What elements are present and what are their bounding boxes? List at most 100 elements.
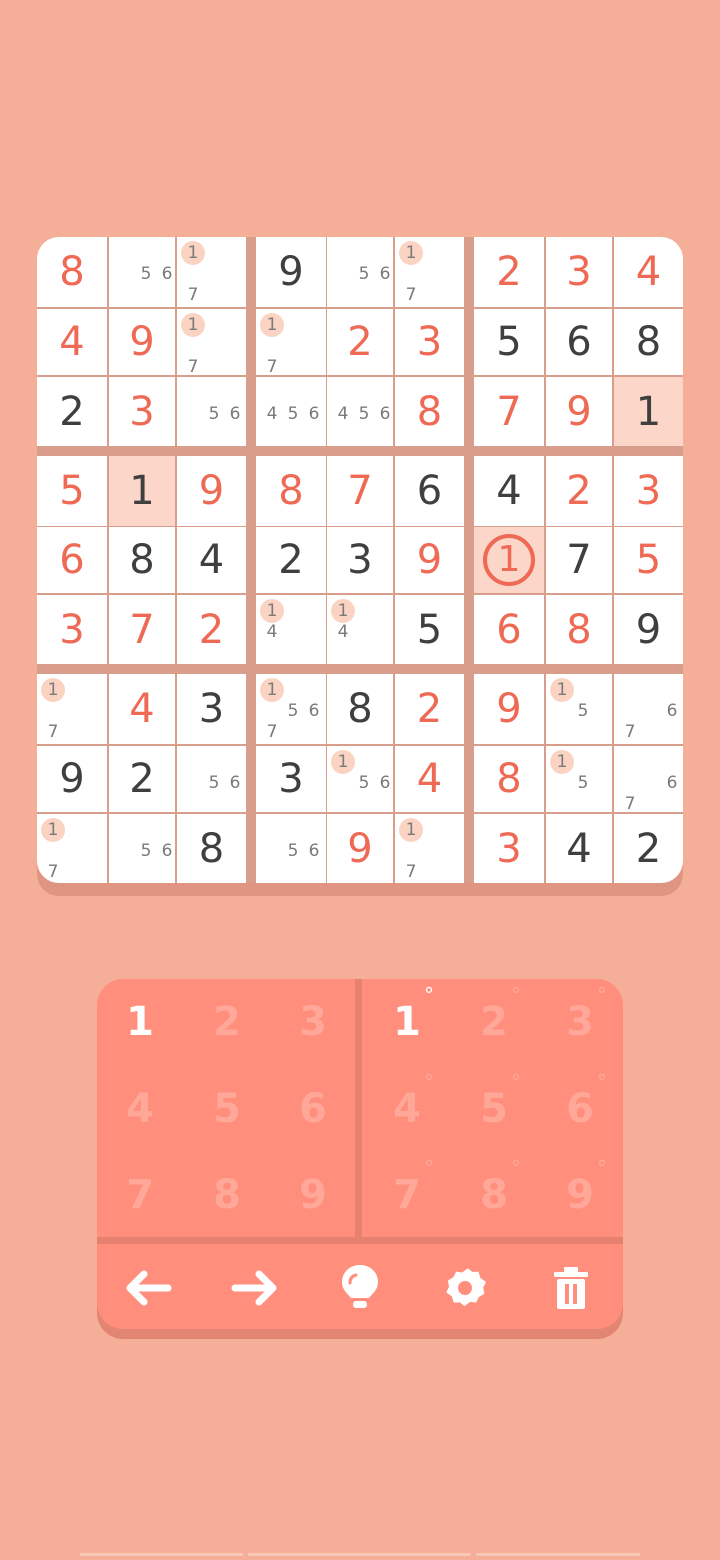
note-key-8[interactable]: 8 ° xyxy=(451,1152,537,1238)
cell-r4c2[interactable]: 1 xyxy=(109,456,175,526)
value-key-1[interactable]: 1 xyxy=(97,979,183,1065)
cell-r3c7[interactable]: 7 xyxy=(474,377,544,446)
cell-r8c2[interactable]: 2 xyxy=(109,746,175,812)
note-key-7[interactable]: 7 ° xyxy=(364,1152,450,1238)
cell-r1c2[interactable]: 56 xyxy=(109,237,175,307)
cell-r1c1[interactable]: 8 xyxy=(37,237,107,307)
value-key-4[interactable]: 4 xyxy=(97,1066,183,1152)
cell-r1c9[interactable]: 4 xyxy=(614,237,683,307)
cell-r4c3[interactable]: 9 xyxy=(177,456,246,526)
cell-r3c3[interactable]: 56 xyxy=(177,377,246,446)
cell-r7c2[interactable]: 4 xyxy=(109,674,175,744)
cell-r6c5[interactable]: 14 xyxy=(327,595,393,664)
cell-r3c9[interactable]: 1 xyxy=(614,377,683,446)
cell-r3c2[interactable]: 3 xyxy=(109,377,175,446)
value-key-8[interactable]: 8 xyxy=(184,1152,270,1238)
cell-r4c8[interactable]: 2 xyxy=(546,456,612,526)
cell-r9c9[interactable]: 2 xyxy=(614,814,683,883)
cell-r3c4[interactable]: 456 xyxy=(256,377,326,446)
cell-r4c4[interactable]: 8 xyxy=(256,456,326,526)
note-key-4[interactable]: 4 ° xyxy=(364,1066,450,1152)
cell-r2c1[interactable]: 4 xyxy=(37,309,107,375)
cell-r2c4[interactable]: 17 xyxy=(256,309,326,377)
note-key-2[interactable]: 2 ° xyxy=(451,979,537,1065)
cell-r3c8[interactable]: 9 xyxy=(546,377,612,446)
cell-r5c4[interactable]: 2 xyxy=(256,527,326,593)
hint-button[interactable] xyxy=(330,1258,390,1318)
cell-r5c8[interactable]: 7 xyxy=(546,527,612,593)
cell-r8c6[interactable]: 4 xyxy=(395,746,464,812)
cell-r3c6[interactable]: 8 xyxy=(395,377,464,446)
value-key-6[interactable]: 6 xyxy=(270,1066,356,1152)
cell-r6c4[interactable]: 14 xyxy=(256,595,326,664)
value-key-5[interactable]: 5 xyxy=(184,1066,270,1152)
cell-r9c1[interactable]: 17 xyxy=(37,814,107,883)
cell-r3c1[interactable]: 2 xyxy=(37,377,107,446)
cell-r7c1[interactable]: 17 xyxy=(37,674,107,744)
note-key-6[interactable]: 6 ° xyxy=(537,1066,623,1152)
value-key-3[interactable]: 3 xyxy=(270,979,356,1065)
cell-r1c4[interactable]: 9 xyxy=(256,237,326,307)
cell-r9c2[interactable]: 56 xyxy=(109,814,175,883)
cell-r6c6[interactable]: 5 xyxy=(395,595,464,664)
cell-r8c1[interactable]: 9 xyxy=(37,746,107,812)
note-key-3[interactable]: 3 ° xyxy=(537,979,623,1065)
value-key-2[interactable]: 2 xyxy=(184,979,270,1065)
value-key-9[interactable]: 9 xyxy=(270,1152,356,1238)
cell-r2c2[interactable]: 9 xyxy=(109,309,175,375)
cell-r8c9[interactable]: 67 xyxy=(614,746,683,814)
cell-r1c8[interactable]: 3 xyxy=(546,237,612,307)
cell-r5c5[interactable]: 3 xyxy=(327,527,393,593)
cell-r7c9[interactable]: 67 xyxy=(614,674,683,744)
cell-r6c8[interactable]: 8 xyxy=(546,595,612,664)
cell-r2c6[interactable]: 3 xyxy=(395,309,464,375)
undo-button[interactable] xyxy=(119,1258,179,1318)
note-key-1[interactable]: 1 ° xyxy=(364,979,450,1065)
cell-r7c5[interactable]: 8 xyxy=(327,674,393,744)
cell-r1c7[interactable]: 2 xyxy=(474,237,544,307)
cell-r9c7[interactable]: 3 xyxy=(474,814,544,883)
cell-r9c5[interactable]: 9 xyxy=(327,814,393,883)
settings-button[interactable] xyxy=(435,1258,495,1318)
cell-r2c8[interactable]: 6 xyxy=(546,309,612,375)
cell-r5c1[interactable]: 6 xyxy=(37,527,107,593)
cell-r2c7[interactable]: 5 xyxy=(474,309,544,375)
cell-r1c3[interactable]: 17 xyxy=(177,237,246,307)
cell-r7c6[interactable]: 2 xyxy=(395,674,464,744)
cell-r8c8[interactable]: 15 xyxy=(546,746,612,812)
cell-r2c9[interactable]: 8 xyxy=(614,309,683,375)
cell-r7c4[interactable]: 1567 xyxy=(256,674,326,744)
cell-r5c6[interactable]: 9 xyxy=(395,527,464,593)
cell-r5c3[interactable]: 4 xyxy=(177,527,246,593)
cell-r4c5[interactable]: 7 xyxy=(327,456,393,526)
cell-r7c8[interactable]: 15 xyxy=(546,674,612,744)
cell-r6c9[interactable]: 9 xyxy=(614,595,683,664)
cell-r9c6[interactable]: 17 xyxy=(395,814,464,883)
cell-r6c3[interactable]: 2 xyxy=(177,595,246,664)
cell-r7c7[interactable]: 9 xyxy=(474,674,544,744)
cell-r1c5[interactable]: 56 xyxy=(327,237,393,307)
cell-r2c5[interactable]: 2 xyxy=(327,309,393,375)
cell-r4c9[interactable]: 3 xyxy=(614,456,683,526)
cell-r9c4[interactable]: 56 xyxy=(256,814,326,883)
cell-r7c3[interactable]: 3 xyxy=(177,674,246,744)
cell-r6c2[interactable]: 7 xyxy=(109,595,175,664)
cell-r5c7[interactable]: 1 xyxy=(474,527,544,593)
cell-r1c6[interactable]: 17 xyxy=(395,237,464,307)
cell-r6c1[interactable]: 3 xyxy=(37,595,107,664)
cell-r4c6[interactable]: 6 xyxy=(395,456,464,526)
note-key-9[interactable]: 9 ° xyxy=(537,1152,623,1238)
cell-r4c1[interactable]: 5 xyxy=(37,456,107,526)
cell-r8c4[interactable]: 3 xyxy=(256,746,326,812)
cell-r5c2[interactable]: 8 xyxy=(109,527,175,593)
cell-r3c5[interactable]: 456 xyxy=(327,377,393,446)
cell-r6c7[interactable]: 6 xyxy=(474,595,544,664)
cell-r8c7[interactable]: 8 xyxy=(474,746,544,812)
cell-r4c7[interactable]: 4 xyxy=(474,456,544,526)
value-key-7[interactable]: 7 xyxy=(97,1152,183,1238)
cell-r8c5[interactable]: 156 xyxy=(327,746,393,812)
delete-button[interactable] xyxy=(541,1258,601,1318)
cell-r9c8[interactable]: 4 xyxy=(546,814,612,883)
cell-r8c3[interactable]: 56 xyxy=(177,746,246,812)
cell-r5c9[interactable]: 5 xyxy=(614,527,683,593)
